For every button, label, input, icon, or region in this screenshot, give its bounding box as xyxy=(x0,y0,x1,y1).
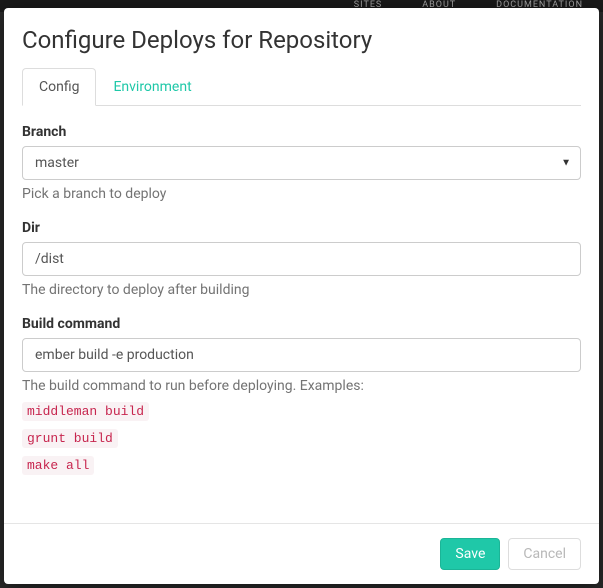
tab-config[interactable]: Config xyxy=(22,68,96,106)
tab-environment[interactable]: Environment xyxy=(96,68,208,106)
build-input[interactable] xyxy=(22,338,581,372)
dir-group: Dir The directory to deploy after buildi… xyxy=(22,220,581,298)
modal-footer: Save Cancel xyxy=(4,523,599,584)
modal-header: Configure Deploys for Repository xyxy=(4,8,599,68)
branch-select[interactable]: master xyxy=(22,146,581,180)
build-examples: middleman build grunt build make all xyxy=(22,398,581,475)
dir-input[interactable] xyxy=(22,242,581,276)
modal-title: Configure Deploys for Repository xyxy=(22,26,581,54)
example-grunt: grunt build xyxy=(22,429,118,448)
branch-group: Branch master ▼ Pick a branch to deploy xyxy=(22,124,581,202)
save-button[interactable]: Save xyxy=(440,538,500,570)
branch-help: Pick a branch to deploy xyxy=(22,186,581,202)
tabs: Config Environment xyxy=(22,68,581,106)
cancel-button[interactable]: Cancel xyxy=(508,538,581,570)
dir-help: The directory to deploy after building xyxy=(22,282,581,298)
example-middleman: middleman build xyxy=(22,402,149,421)
branch-select-wrapper: master ▼ xyxy=(22,146,581,180)
modal-body: Config Environment Branch master ▼ Pick … xyxy=(4,68,599,523)
build-help: The build command to run before deployin… xyxy=(22,378,581,394)
build-group: Build command The build command to run b… xyxy=(22,316,581,475)
branch-label: Branch xyxy=(22,124,581,140)
build-label: Build command xyxy=(22,316,581,332)
configure-deploys-modal: Configure Deploys for Repository Config … xyxy=(4,8,599,584)
example-make: make all xyxy=(22,456,94,475)
dir-label: Dir xyxy=(22,220,581,236)
